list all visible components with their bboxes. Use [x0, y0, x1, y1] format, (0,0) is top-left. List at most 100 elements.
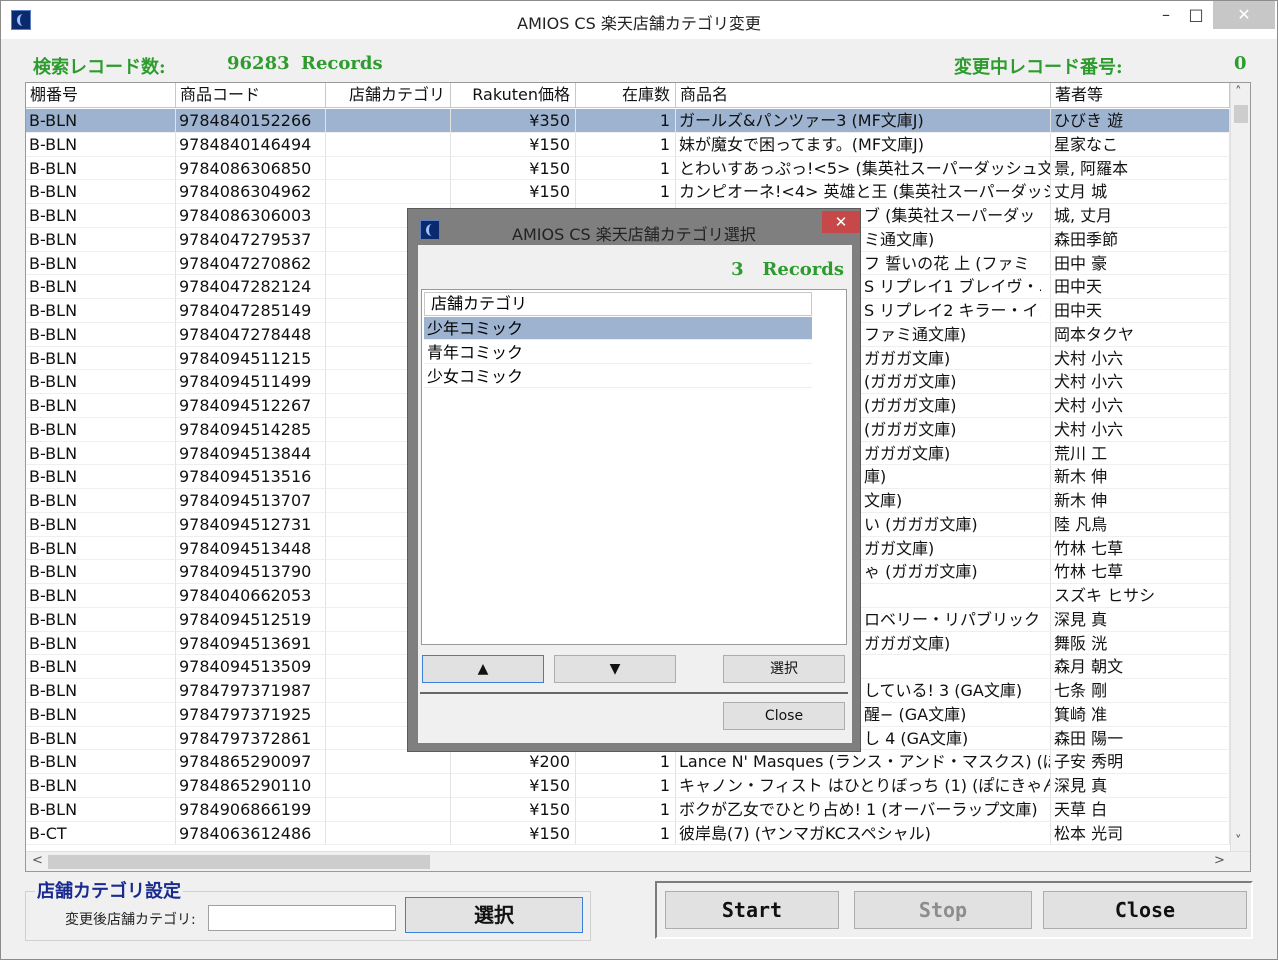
scroll-right-icon[interactable]: > — [1214, 853, 1225, 868]
table-cell: 彼岸島(7) (ヤンマガKCスペシャル) — [676, 821, 1051, 846]
table-cell: B-BLN — [26, 655, 176, 679]
table-cell: 9784840146494 — [176, 132, 326, 157]
table-cell: 9784094511499 — [176, 370, 326, 394]
column-header[interactable]: 著者等 — [1051, 83, 1230, 108]
table-cell: B-BLN — [26, 489, 176, 513]
table-cell: 9784797371987 — [176, 679, 326, 703]
after-category-label: 変更後店舗カテゴリ: — [65, 912, 196, 928]
stop-button[interactable]: Stop — [854, 891, 1032, 929]
move-down-button[interactable]: ▼ — [554, 655, 676, 683]
table-cell: B-CT — [26, 821, 176, 846]
table-row[interactable]: B-BLN 9784840146494 ¥150 1 妹が魔女で困ってます。(MF文庫J… — [26, 132, 1230, 157]
category-item[interactable]: 少年コミック — [424, 317, 812, 340]
table-cell-partial-title: 庫) — [864, 467, 887, 487]
category-list[interactable]: 店舗カテゴリ 少年コミック 青年コミック 少女コミック — [421, 289, 847, 645]
table-cell — [326, 132, 451, 157]
table-cell: 子安 秀明 — [1051, 750, 1230, 774]
scroll-left-icon[interactable]: < — [32, 853, 43, 868]
vertical-scroll-thumb[interactable] — [1234, 105, 1248, 123]
table-cell: B-BLN — [26, 394, 176, 418]
move-up-button[interactable]: ▲ — [422, 655, 544, 683]
table-cell: 9784094513448 — [176, 536, 326, 561]
table-cell: 1 — [576, 750, 676, 774]
dialog-select-button[interactable]: 選択 — [723, 655, 845, 683]
scroll-up-icon[interactable]: ˄ — [1235, 85, 1242, 100]
table-cell-partial-title: S リプレイ1 ブレイヴ・ニ — [864, 277, 1041, 297]
table-cell: 岡本タクヤ — [1051, 322, 1230, 347]
window-close-button[interactable]: ✕ — [1213, 1, 1275, 29]
column-header[interactable]: Rakuten価格 — [451, 83, 576, 108]
search-count-label: 検索レコード数: — [33, 57, 166, 78]
table-row[interactable]: B-BLN 9784086304962 ¥150 1 カンピオーネ!<4> 英雄と王 (… — [26, 180, 1230, 204]
table-row[interactable]: B-BLN 9784865290110 ¥150 1 キャノン・フィスト はひとりぼっち… — [26, 774, 1230, 798]
table-cell: B-BLN — [26, 797, 176, 822]
table-cell: スズキ ヒサシ — [1051, 584, 1230, 608]
table-cell: 丈月 城 — [1051, 180, 1230, 204]
table-cell — [326, 156, 451, 181]
table-cell-partial-title: ブ (集英社スーパーダッ — [864, 206, 1036, 225]
table-cell: 新木 伸 — [1051, 465, 1230, 489]
dialog-count-unit: Records — [762, 259, 844, 280]
table-cell: Lance N' Masques (ランス・アンド・マスクス) (ぽ — [676, 750, 1051, 774]
column-header[interactable]: 店舗カテゴリ — [326, 83, 451, 108]
table-row[interactable]: B-CT 9784063612486 ¥150 1 彼岸島(7) (ヤンマガKCスペシャ… — [26, 821, 1230, 846]
table-row[interactable]: B-BLN 9784086306850 ¥150 1 とわいすあっぷっ!<5> (集英社… — [26, 156, 1230, 181]
grid-header: 棚番号 商品コード 店舗カテゴリ Rakuten価格 在庫数 商品名 著者等 — [26, 83, 1230, 108]
category-item[interactable]: 少女コミック — [424, 365, 812, 388]
table-cell-partial-title: している! 3 (GA文庫) — [864, 681, 1023, 700]
table-row[interactable]: B-BLN 9784906866199 ¥150 1 ボクが乙女でひとり占め! 1 (オ… — [26, 797, 1230, 822]
after-category-input[interactable] — [208, 905, 396, 931]
table-row[interactable]: B-BLN 9784865290097 ¥200 1 Lance N' Masques … — [26, 750, 1230, 774]
close-button[interactable]: Close — [1043, 891, 1247, 929]
table-cell: B-BLN — [26, 132, 176, 157]
table-cell-partial-title: ガガガ文庫) — [864, 633, 951, 653]
table-cell: B-BLN — [26, 584, 176, 608]
table-cell — [326, 774, 451, 798]
table-cell: 田中天 — [1051, 275, 1230, 299]
current-record-value: 0 — [1234, 53, 1247, 74]
table-cell: B-BLN — [26, 299, 176, 323]
dialog-close-button[interactable]: Close — [723, 702, 845, 730]
table-cell-partial-title: (ガガガ文庫) — [864, 372, 957, 392]
category-select-button[interactable]: 選択 — [405, 897, 583, 933]
table-cell — [326, 750, 451, 774]
column-header[interactable]: 商品名 — [676, 83, 1051, 108]
table-cell: 9784094513707 — [176, 489, 326, 513]
table-cell: 景, 阿羅本 — [1051, 156, 1230, 181]
horizontal-scrollbar[interactable]: < > — [26, 851, 1250, 871]
maximize-button[interactable]: □ — [1181, 1, 1211, 29]
table-cell — [326, 180, 451, 204]
table-cell: 城, 丈月 — [1051, 204, 1230, 228]
table-cell: ¥150 — [451, 774, 576, 798]
table-cell-partial-title: 醒− (GA文庫) — [864, 704, 967, 724]
table-cell: 9784094513790 — [176, 560, 326, 584]
table-cell: 9784040662053 — [176, 584, 326, 608]
category-item[interactable]: 青年コミック — [424, 341, 812, 364]
horizontal-scroll-thumb[interactable] — [48, 855, 430, 869]
table-cell: B-BLN — [26, 227, 176, 252]
table-cell: 9784906866199 — [176, 797, 326, 822]
table-cell: 田中 豪 — [1051, 251, 1230, 276]
table-cell-partial-title: フ 誓いの花 上 (ファミ — [864, 253, 1030, 273]
column-header[interactable]: 棚番号 — [26, 83, 176, 108]
table-cell: B-BLN — [26, 204, 176, 228]
table-cell: 七条 剛 — [1051, 679, 1230, 703]
table-cell: B-BLN — [26, 370, 176, 394]
table-cell: ガールズ&パンツァー3 (MF文庫J) — [676, 109, 1051, 133]
start-button[interactable]: Start — [665, 891, 839, 929]
minimize-button[interactable]: – — [1151, 1, 1181, 29]
table-cell: 9784840152266 — [176, 109, 326, 133]
table-cell: 9784063612486 — [176, 821, 326, 846]
table-cell: B-BLN — [26, 536, 176, 561]
column-header[interactable]: 在庫数 — [576, 83, 676, 108]
table-cell: 1 — [576, 821, 676, 846]
table-cell: 9784047285149 — [176, 299, 326, 323]
table-cell: 箕崎 准 — [1051, 702, 1230, 727]
vertical-scrollbar[interactable]: ˄ ˅ — [1230, 83, 1250, 851]
table-row[interactable]: B-BLN 9784840152266 ¥350 1 ガールズ&パンツァー3 (MF文庫… — [26, 109, 1230, 133]
scroll-down-icon[interactable]: ˅ — [1235, 834, 1242, 849]
table-cell-partial-title: ミ通文庫) — [864, 229, 935, 249]
column-header[interactable]: 商品コード — [176, 83, 326, 108]
search-count-unit: Records — [301, 53, 383, 74]
dialog-close-icon[interactable]: ✕ — [822, 211, 860, 233]
